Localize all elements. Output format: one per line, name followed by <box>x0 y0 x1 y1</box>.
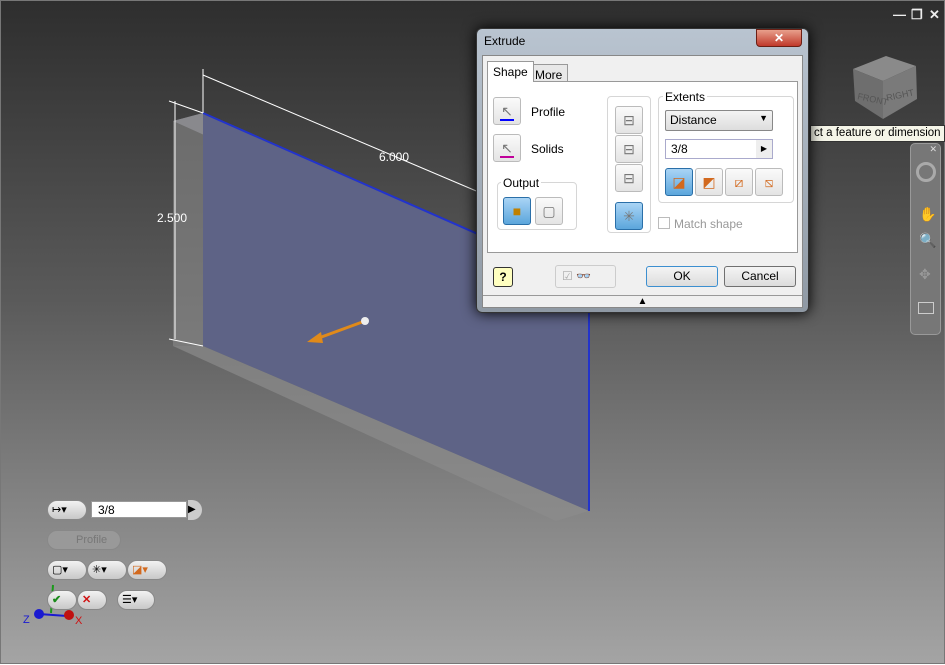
extension-line <box>168 100 204 114</box>
orbit-icon[interactable]: ✥ <box>919 266 931 283</box>
dialog-close-button[interactable]: ✕ <box>756 29 802 47</box>
restore-button[interactable]: ❐ <box>911 7 923 23</box>
dialog-title: Extrude <box>484 34 526 48</box>
pan-hand-icon[interactable]: ✋ <box>919 206 936 223</box>
shape-panel: ↖ Profile ↖ Solids Output ■ ▢ ⊟ ⊟ ⊟ ✳ Ex… <box>487 81 798 253</box>
viewcube[interactable]: FRONT RIGHT <box>853 56 917 119</box>
arrow-handle[interactable] <box>361 317 369 325</box>
look-at-icon[interactable] <box>918 302 934 314</box>
direction-default-button[interactable]: ◪ <box>665 168 693 196</box>
extents-type-select[interactable]: Distance ▼ <box>665 110 773 131</box>
solids-select-button[interactable]: ↖ <box>493 134 521 162</box>
mini-distance-input[interactable]: 3/8 <box>91 501 187 518</box>
cancel-button[interactable]: Cancel <box>724 266 796 287</box>
extents-dropdown[interactable]: ↦▾ <box>47 500 87 520</box>
ok-button[interactable]: OK <box>646 266 718 287</box>
cut-button[interactable]: ⊟ <box>615 135 643 163</box>
direction-dropdown[interactable]: ◪▾ <box>127 560 167 580</box>
options-dropdown[interactable]: ☰▾ <box>117 590 155 610</box>
solid-output-button[interactable]: ■ <box>503 197 531 225</box>
svg-text:X: X <box>75 615 83 627</box>
direction-symmetric-button[interactable]: ⧄ <box>725 168 753 196</box>
output-dropdown[interactable]: ▢▾ <box>47 560 87 580</box>
close-icon[interactable]: ✕ <box>929 144 937 155</box>
direction-flipped-button[interactable]: ◩ <box>695 168 723 196</box>
tab-shape[interactable]: Shape <box>487 61 534 82</box>
output-label: Output <box>501 176 542 190</box>
profile-label: Profile <box>531 105 566 119</box>
operation-dropdown[interactable]: ✳▾ <box>87 560 127 580</box>
match-shape-checkbox[interactable] <box>658 217 670 229</box>
ok-check-button[interactable]: ✔ <box>47 590 77 610</box>
direction-asymmetric-button[interactable]: ⧅ <box>755 168 783 196</box>
match-shape-label: Match shape <box>674 217 743 231</box>
minimize-button[interactable]: — <box>893 7 906 22</box>
dimension-height[interactable]: 2.500 <box>157 211 187 225</box>
join-button[interactable]: ⊟ <box>615 106 643 134</box>
solids-label: Solids <box>531 142 564 156</box>
cancel-x-button[interactable]: ✕ <box>77 590 107 610</box>
help-button[interactable]: ? <box>493 267 513 287</box>
distance-input[interactable]: 3/8 ▶ <box>665 139 773 159</box>
surface-output-button[interactable]: ▢ <box>535 197 563 225</box>
mini-profile-button[interactable]: Profile <box>47 530 121 550</box>
extrude-dialog: Extrude ✕ Shape More ↖ Profile ↖ Solids … <box>476 28 809 313</box>
steering-wheel-icon[interactable] <box>916 162 936 182</box>
svg-text:Z: Z <box>23 614 30 626</box>
navigation-bar: ✕ ✋ 🔍 ✥ <box>910 143 941 335</box>
close-viewport-button[interactable]: ✕ <box>929 7 940 23</box>
plate-side-face <box>173 113 203 346</box>
profile-select-button[interactable]: ↖ <box>493 97 521 125</box>
dimension-length[interactable]: 6.000 <box>379 150 409 164</box>
tooltip: ct a feature or dimension <box>810 125 945 142</box>
intersect-button[interactable]: ⊟ <box>615 164 643 192</box>
new-solid-button[interactable]: ✳ <box>615 202 643 230</box>
extents-label: Extents <box>663 90 708 104</box>
preview-toggle[interactable]: ☑ 👓 <box>555 265 616 288</box>
expand-arrow-button[interactable]: ▲ <box>483 295 802 307</box>
zoom-icon[interactable]: 🔍 <box>919 232 936 249</box>
